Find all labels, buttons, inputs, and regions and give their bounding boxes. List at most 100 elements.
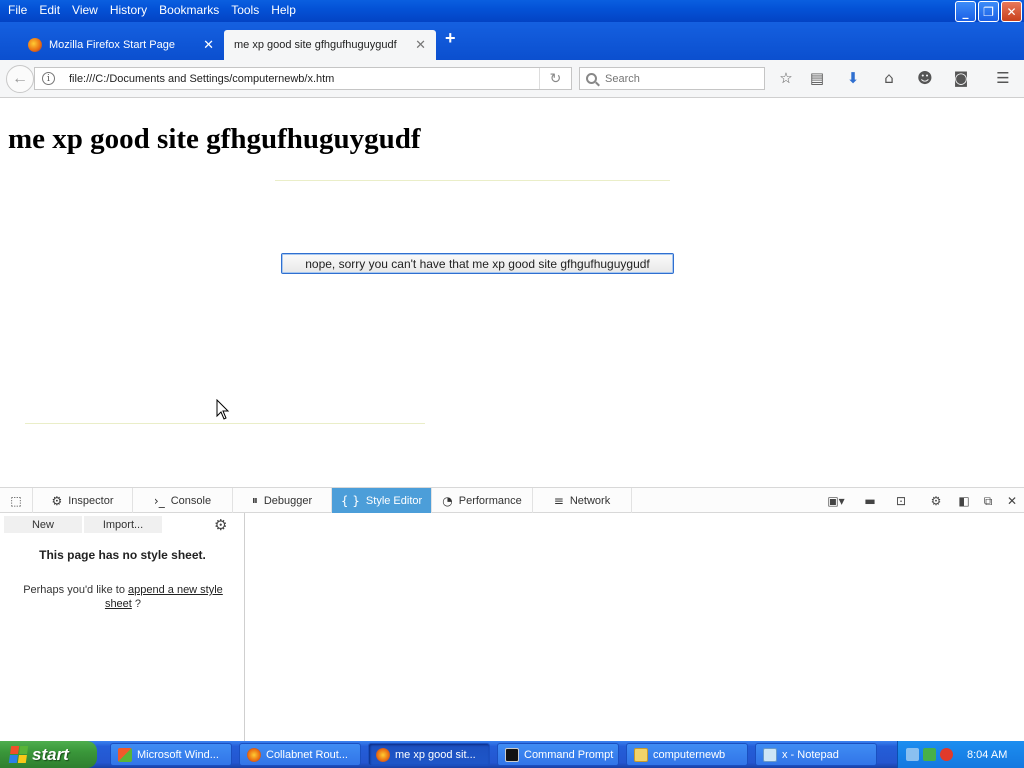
navigation-bar: ← i file:///C:/Documents and Settings/co… bbox=[0, 60, 1024, 98]
menu-bar: File Edit View History Bookmarks Tools H… bbox=[4, 3, 304, 17]
search-bar[interactable] bbox=[579, 67, 765, 90]
title-bar: File Edit View History Bookmarks Tools H… bbox=[0, 0, 1024, 22]
element-picker-icon[interactable]: ⬚ bbox=[0, 488, 33, 513]
download-icon[interactable]: ⬇ bbox=[842, 68, 864, 88]
console-icon: ›_ bbox=[153, 493, 165, 508]
gear-icon[interactable]: ⚙ bbox=[214, 516, 227, 534]
notepad-icon bbox=[763, 747, 777, 762]
taskbar-item-label: Microsoft Wind... bbox=[137, 748, 219, 761]
home-icon[interactable]: ⌂ bbox=[878, 68, 900, 88]
menu-view[interactable]: View bbox=[68, 3, 106, 17]
taskbar-item-microsoft-windows[interactable]: Microsoft Wind... bbox=[110, 743, 232, 766]
tab-debugger[interactable]: ⏸ Debugger bbox=[233, 488, 332, 513]
url-bar[interactable]: i file:///C:/Documents and Settings/comp… bbox=[34, 67, 572, 90]
tab-title: me xp good site gfhgufhuguygudf bbox=[234, 39, 397, 51]
new-tab-button[interactable]: + bbox=[445, 29, 456, 47]
devtools-close-icon[interactable]: ✕ bbox=[1004, 493, 1020, 509]
menu-tools[interactable]: Tools bbox=[227, 3, 267, 17]
devtools-toolbar: ⬚ ⚙ Inspector ›_ Console ⏸ Debugger { } … bbox=[0, 487, 1024, 513]
tab-performance[interactable]: ◔ Performance bbox=[432, 488, 533, 513]
taskbar-item-label: Collabnet Rout... bbox=[266, 748, 348, 761]
taskbar-item-computernewb[interactable]: computernewb bbox=[626, 743, 748, 766]
pocket-icon[interactable]: ◙ bbox=[950, 68, 972, 88]
windows-logo-icon bbox=[8, 746, 29, 763]
inspector-icon: ⚙ bbox=[51, 493, 63, 508]
frame-select-icon[interactable]: ▣▾ bbox=[823, 493, 849, 509]
tab-style-editor[interactable]: { } Style Editor bbox=[332, 488, 432, 513]
network-tray-icon[interactable] bbox=[906, 748, 919, 761]
taskbar-item-label: x - Notepad bbox=[782, 748, 839, 761]
smiley-icon[interactable]: ☻ bbox=[914, 68, 936, 88]
tab-title: Mozilla Firefox Start Page bbox=[49, 39, 175, 51]
no-stylesheet-description: Perhaps you'd like to append a new style… bbox=[18, 583, 228, 611]
style-editor-pane bbox=[246, 513, 1024, 741]
tab-strip: Mozilla Firefox Start Page ✕ me xp good … bbox=[0, 22, 1024, 60]
windows-app-icon bbox=[118, 747, 132, 762]
mouse-cursor-icon bbox=[216, 399, 230, 420]
tab-label: Network bbox=[569, 494, 611, 507]
bookmark-star-icon[interactable]: ☆ bbox=[775, 68, 797, 88]
tab-firefox-start-page[interactable]: Mozilla Firefox Start Page ✕ bbox=[18, 30, 224, 60]
start-label: start bbox=[32, 744, 69, 764]
url-text[interactable]: file:///C:/Documents and Settings/comput… bbox=[69, 73, 539, 85]
description-suffix: ? bbox=[131, 598, 142, 610]
start-button[interactable]: start bbox=[0, 741, 97, 768]
faint-rule bbox=[25, 423, 425, 424]
tab-inspector[interactable]: ⚙ Inspector bbox=[33, 488, 133, 513]
tab-label: Inspector bbox=[68, 494, 114, 507]
reading-list-icon[interactable]: ▤ bbox=[806, 68, 828, 88]
dock-side-icon[interactable]: ◧ bbox=[956, 493, 972, 509]
undock-icon[interactable]: ⧉ bbox=[980, 493, 996, 509]
menu-edit[interactable]: Edit bbox=[35, 3, 68, 17]
description-text: Perhaps you'd like to bbox=[23, 584, 129, 596]
menu-help[interactable]: Help bbox=[267, 3, 304, 17]
tab-network[interactable]: ≡ Network bbox=[533, 488, 632, 513]
tab-close-icon[interactable]: ✕ bbox=[203, 37, 214, 53]
search-icon bbox=[586, 73, 597, 84]
style-sheet-sidebar: New Import... ⚙ This page has no style s… bbox=[0, 513, 245, 741]
tab-close-icon[interactable]: ✕ bbox=[415, 37, 426, 53]
devtools-settings-icon[interactable]: ⚙ bbox=[928, 493, 944, 509]
firefox-icon bbox=[376, 747, 390, 762]
nope-sorry-button[interactable]: nope, sorry you can't have that me xp go… bbox=[281, 253, 674, 274]
reload-icon[interactable]: ↻ bbox=[539, 68, 571, 89]
minimize-icon[interactable]: _ bbox=[955, 1, 976, 22]
responsive-mode-icon[interactable]: ⊡ bbox=[893, 493, 909, 509]
tab-label: Debugger bbox=[263, 494, 313, 507]
taskbar-item-collabnet[interactable]: Collabnet Rout... bbox=[239, 743, 361, 766]
taskbar-item-label: me xp good sit... bbox=[395, 748, 476, 761]
security-shield-icon[interactable] bbox=[940, 748, 953, 761]
search-input[interactable] bbox=[605, 72, 755, 85]
back-arrow-icon[interactable]: ← bbox=[6, 65, 34, 93]
menu-bookmarks[interactable]: Bookmarks bbox=[155, 3, 227, 17]
update-tray-icon[interactable] bbox=[923, 748, 936, 761]
menu-history[interactable]: History bbox=[106, 3, 155, 17]
page-content: me xp good site gfhgufhuguygudf nope, so… bbox=[0, 99, 1024, 487]
taskbar-item-command-prompt[interactable]: Command Prompt bbox=[497, 743, 619, 766]
system-tray: 8:04 AM bbox=[897, 741, 1024, 768]
import-stylesheet-button[interactable]: Import... bbox=[84, 516, 162, 533]
new-stylesheet-button[interactable]: New bbox=[4, 516, 82, 533]
tab-console[interactable]: ›_ Console bbox=[133, 488, 233, 513]
debugger-icon: ⏸ bbox=[251, 493, 258, 507]
taskbar-item-notepad[interactable]: x - Notepad bbox=[755, 743, 877, 766]
close-icon[interactable]: ✕ bbox=[1001, 1, 1022, 22]
folder-icon bbox=[634, 747, 648, 762]
taskbar-item-label: computernewb bbox=[653, 748, 726, 761]
firefox-icon bbox=[247, 747, 261, 762]
taskbar-item-label: Command Prompt bbox=[524, 748, 614, 761]
command-prompt-icon bbox=[505, 747, 519, 762]
restore-icon[interactable]: ❐ bbox=[978, 1, 999, 22]
tab-me-xp-good-site[interactable]: me xp good site gfhgufhuguygudf ✕ bbox=[224, 30, 436, 60]
hamburger-menu-icon[interactable]: ☰ bbox=[992, 68, 1014, 88]
tab-label: Console bbox=[170, 494, 212, 507]
tab-label: Style Editor bbox=[365, 494, 423, 507]
split-console-icon[interactable]: ▬ bbox=[862, 493, 878, 509]
clock: 8:04 AM bbox=[967, 748, 1008, 761]
taskbar-item-me-xp-good-site[interactable]: me xp good sit... bbox=[368, 743, 490, 766]
menu-file[interactable]: File bbox=[4, 3, 35, 17]
style-editor-icon: { } bbox=[340, 493, 360, 508]
faint-rule bbox=[275, 180, 670, 181]
page-heading: me xp good site gfhgufhuguygudf bbox=[8, 123, 421, 155]
info-icon[interactable]: i bbox=[42, 72, 55, 85]
